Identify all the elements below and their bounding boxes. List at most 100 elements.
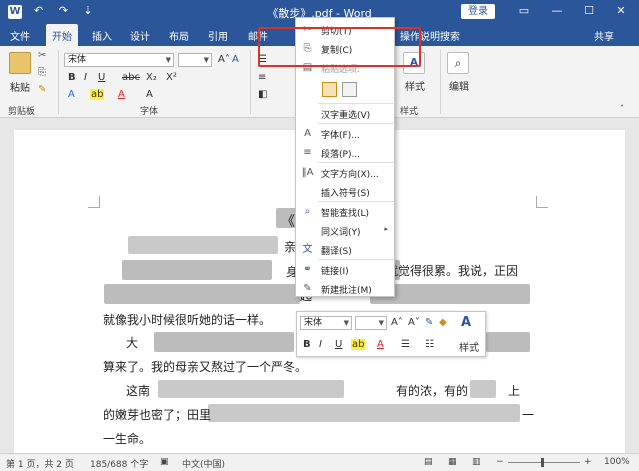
maximize-button[interactable]: ☐ — [580, 3, 598, 19]
cut-icon[interactable]: ✂ — [38, 50, 46, 61]
mini-bold-button[interactable]: B — [303, 339, 311, 350]
text-selection — [154, 332, 294, 352]
doc-text: 就觉得很累。我说，正因 — [386, 264, 519, 278]
font-color-icon[interactable]: A — [377, 339, 384, 350]
shading-icon[interactable]: ◧ — [258, 89, 267, 100]
copy-icon[interactable]: ⎘ — [38, 67, 46, 78]
highlight-icon[interactable]: ab — [90, 89, 105, 100]
clear-format-icon[interactable]: A — [232, 54, 239, 65]
ribbon-display-icon[interactable]: ▭ — [515, 3, 533, 19]
menu-item-label: 文字方向(X)... — [321, 170, 379, 180]
tab-layout[interactable]: 布局 — [169, 28, 189, 43]
format-painter-icon[interactable]: ✎ — [38, 84, 46, 95]
page-count[interactable]: 第 1 页，共 2 页 — [6, 457, 74, 470]
login-button[interactable]: 登录 — [461, 4, 495, 19]
doc-text: 《 — [281, 214, 295, 230]
mini-italic-button[interactable]: I — [319, 339, 322, 350]
editing-button[interactable]: 编辑 — [449, 78, 469, 93]
menu-item-label: 翻译(S) — [321, 247, 352, 257]
chevron-down-icon: ▼ — [165, 56, 171, 64]
mini-font-size-combo[interactable]: ▼ — [355, 316, 387, 330]
chevron-down-icon: ▼ — [343, 319, 349, 327]
shrink-font-icon[interactable]: A˅ — [408, 317, 420, 328]
grow-font-icon[interactable]: A˄ — [218, 54, 230, 65]
menu-item-label: 新建批注(M) — [321, 286, 372, 296]
bullets-icon[interactable]: ☰ — [401, 339, 410, 350]
doc-text: 上 — [508, 384, 521, 398]
zoom-level[interactable]: 100% — [604, 457, 630, 467]
read-mode-icon[interactable]: ▤ — [424, 457, 433, 467]
page-corner-mark — [88, 196, 100, 208]
grow-font-icon[interactable]: A˄ — [391, 317, 403, 328]
tab-home[interactable]: 开始 — [46, 24, 78, 46]
share-button[interactable]: 共享 — [594, 28, 614, 43]
menu-item-label: 段落(P)... — [321, 150, 361, 160]
redacted-text — [470, 380, 496, 398]
print-layout-icon[interactable]: ▦ — [448, 457, 457, 467]
mini-font-name-combo[interactable]: 宋体 ▼ — [300, 316, 352, 330]
font-name-combo[interactable]: 宋体 ▼ — [64, 53, 174, 67]
menu-item-label: 字体(F)... — [321, 131, 360, 141]
subscript-button[interactable]: X₂ — [146, 72, 157, 83]
tab-file[interactable]: 文件 — [10, 28, 30, 43]
menu-item-new-comment[interactable]: ✎ 新建批注(M) — [296, 279, 394, 298]
menu-item-reconvert[interactable]: 汉字重选(V) — [296, 104, 394, 123]
format-painter-icon[interactable]: ✎ — [425, 317, 433, 328]
styles-gallery-icon[interactable]: A — [461, 315, 471, 330]
clear-format-icon[interactable]: ◆ — [439, 317, 447, 328]
chevron-down-icon: ▼ — [378, 319, 384, 327]
mini-toolbar: 宋体 ▼ ▼ A˄ A˅ ✎ ◆ A B I U ab A ☰ ☷ 样式 — [296, 311, 486, 357]
underline-button[interactable]: U — [98, 72, 105, 83]
menu-item-smart-lookup[interactable]: ⌕ 智能查找(L) — [296, 202, 394, 221]
ribbon-separator — [58, 50, 59, 114]
paste-button[interactable]: 粘贴 — [10, 79, 30, 94]
highlight-icon[interactable]: ab — [351, 339, 366, 350]
web-layout-icon[interactable]: ▥ — [472, 457, 481, 467]
numbering-icon[interactable]: ☷ — [425, 339, 434, 350]
link-icon: ⚭ — [303, 264, 312, 275]
menu-item-insert-symbol[interactable]: 插入符号(S) — [296, 182, 394, 201]
menu-item-translate[interactable]: 文 翻译(S) — [296, 240, 394, 259]
keep-text-only-icon[interactable] — [342, 82, 357, 97]
mini-underline-button[interactable]: U — [335, 339, 342, 350]
paste-icon[interactable] — [9, 52, 31, 74]
collapse-ribbon-icon[interactable]: ˄ — [620, 104, 624, 113]
doc-text: 算来了。我的母亲又熬过了一个严冬。 — [103, 360, 308, 374]
bold-button[interactable]: B — [68, 72, 76, 83]
doc-text: 大 — [126, 336, 139, 350]
minimize-button[interactable]: — — [548, 3, 566, 19]
font-size-combo[interactable]: ▼ — [178, 53, 212, 67]
menu-item-link[interactable]: ⚭ 链接(I) — [296, 260, 394, 279]
menu-item-paragraph[interactable]: ≡ 段落(P)... — [296, 143, 394, 162]
mini-styles-button[interactable]: 样式 — [459, 339, 479, 354]
word-count[interactable]: 185/688 个字 — [90, 457, 148, 470]
menu-item-synonyms[interactable]: 同义词(Y) ▸ — [296, 221, 394, 240]
superscript-button[interactable]: X² — [166, 72, 177, 83]
text-effects-icon[interactable]: A — [68, 89, 75, 100]
italic-button[interactable]: I — [84, 72, 87, 83]
text-direction-icon: ‖A — [301, 167, 314, 178]
align-left-icon[interactable]: ≡ — [258, 72, 266, 83]
keep-source-format-icon[interactable] — [322, 82, 337, 97]
tab-insert[interactable]: 插入 — [92, 28, 112, 43]
search-icon[interactable]: ⌕ — [447, 52, 469, 74]
strikethrough-button[interactable]: abc — [122, 72, 140, 83]
tab-design[interactable]: 设计 — [130, 28, 150, 43]
styles-button[interactable]: 样式 — [405, 78, 425, 93]
ribbon-separator — [440, 50, 441, 114]
zoom-slider-thumb[interactable] — [541, 458, 544, 467]
menu-item-label: 智能查找(L) — [321, 209, 370, 219]
zoom-out-icon[interactable]: − — [496, 457, 504, 467]
zoom-slider[interactable] — [508, 462, 580, 463]
zoom-in-icon[interactable]: + — [584, 457, 592, 467]
proofing-icon[interactable]: ▣ — [160, 457, 169, 467]
menu-item-font[interactable]: A 字体(F)... — [296, 124, 394, 143]
language[interactable]: 中文(中国) — [182, 457, 225, 470]
tab-references[interactable]: 引用 — [208, 28, 228, 43]
paste-option-buttons — [296, 78, 394, 102]
text-selection — [104, 284, 300, 304]
close-button[interactable]: ✕ — [612, 3, 630, 19]
font-shade-icon[interactable]: A — [146, 89, 153, 100]
menu-item-text-direction[interactable]: ‖A 文字方向(X)... — [296, 163, 394, 182]
font-color-icon[interactable]: A — [118, 89, 125, 100]
